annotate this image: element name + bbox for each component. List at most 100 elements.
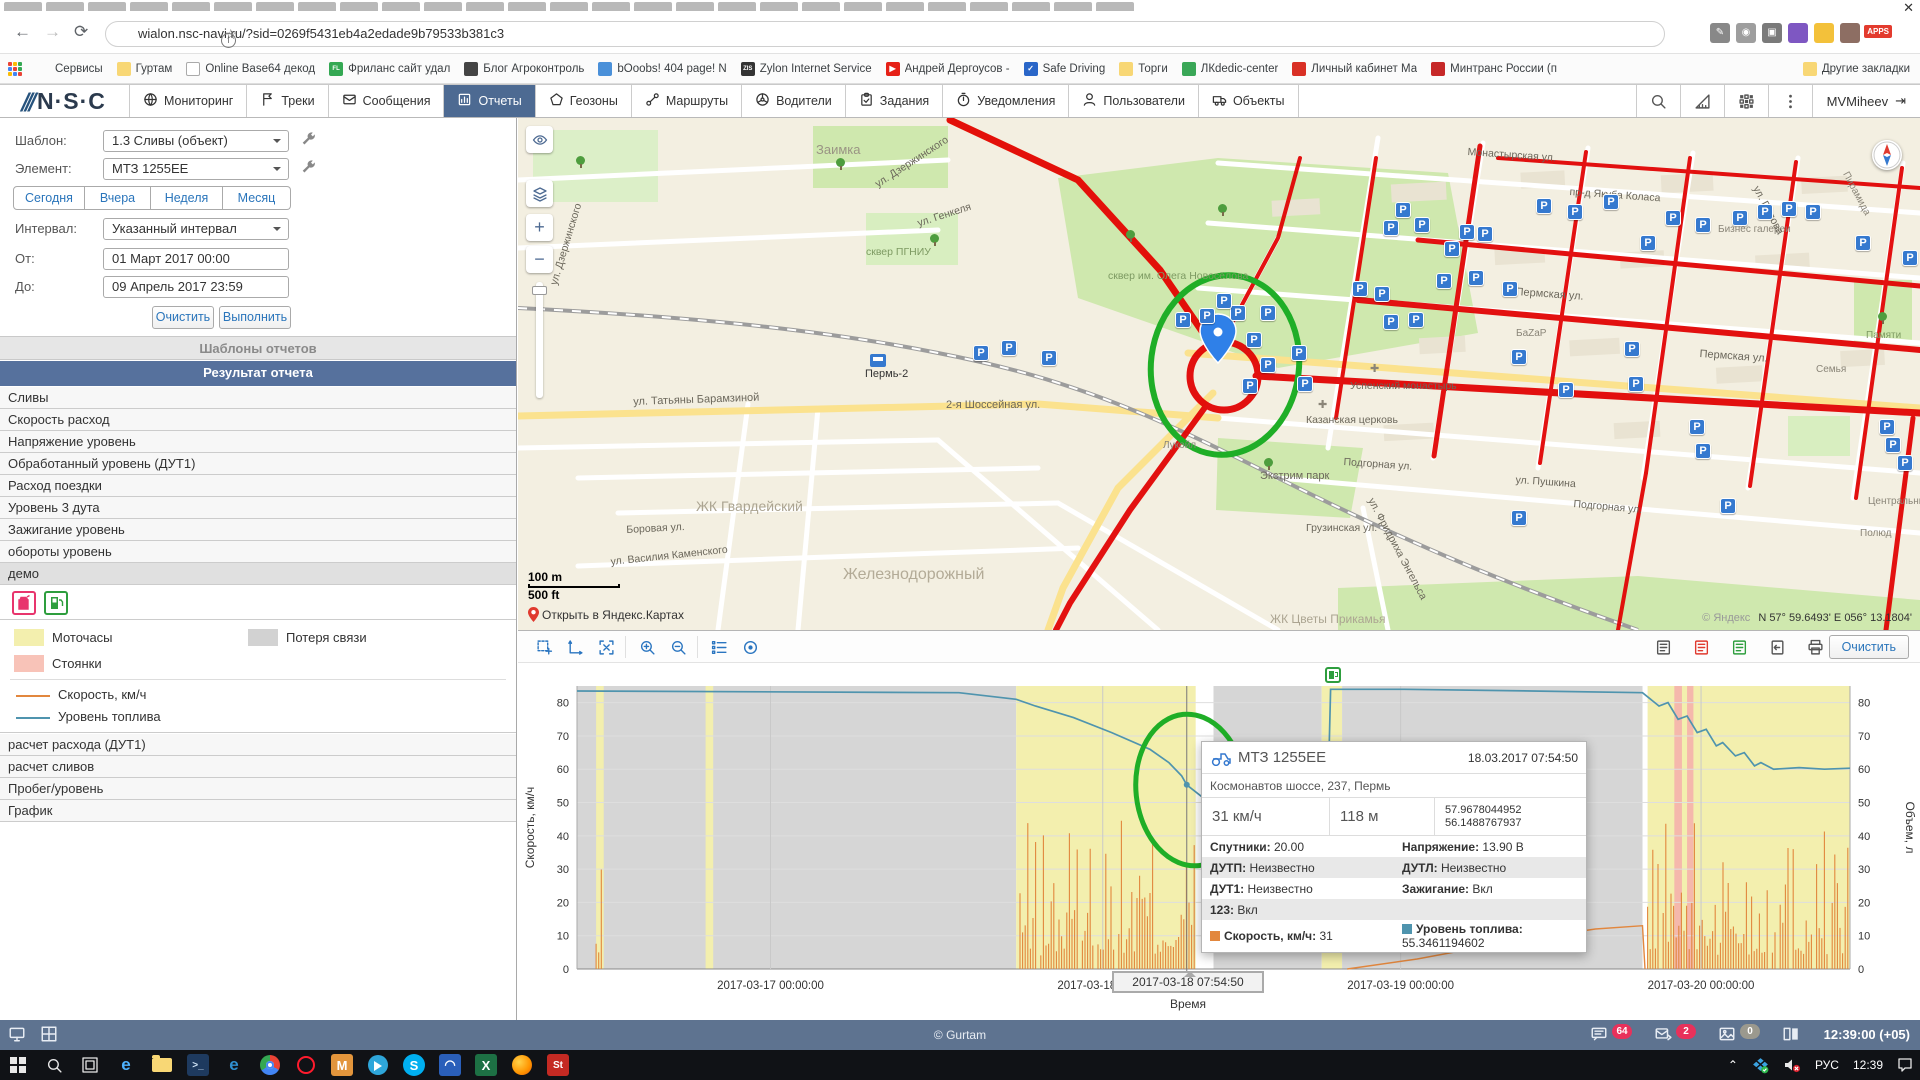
back-icon[interactable]: ← xyxy=(14,22,31,42)
run-report-button[interactable]: Выполнить xyxy=(219,306,291,329)
fueling-event-marker[interactable] xyxy=(1325,667,1341,683)
interval-select[interactable]: Указанный интервал xyxy=(103,218,289,240)
apps-extension-badge[interactable]: APPS xyxy=(1864,25,1892,38)
templates-section-header[interactable]: Шаблоны отчетов xyxy=(0,336,516,360)
parking-marker[interactable]: P xyxy=(1383,314,1399,330)
parking-marker[interactable]: P xyxy=(1695,443,1711,459)
report-row[interactable]: График xyxy=(0,800,516,822)
range-yesterday-button[interactable]: Вчера xyxy=(85,186,151,210)
to-date-input[interactable]: 09 Апрель 2017 23:59 xyxy=(103,276,289,298)
report-row[interactable]: Зажигание уровень xyxy=(0,519,516,541)
parking-marker[interactable]: P xyxy=(1230,305,1246,321)
report-doc-icon[interactable] xyxy=(1651,636,1675,658)
status-img-icon[interactable] xyxy=(1718,1025,1740,1045)
report-row[interactable]: Расход поездки xyxy=(0,475,516,497)
parking-marker[interactable]: P xyxy=(1408,312,1424,328)
parking-marker[interactable]: P xyxy=(1041,350,1057,366)
search-icon[interactable] xyxy=(1636,85,1680,117)
taskbar-app-edge-browser-2[interactable]: e xyxy=(216,1050,252,1080)
ruler-tool-icon[interactable] xyxy=(1680,85,1724,117)
parking-marker[interactable]: P xyxy=(1757,204,1773,220)
parking-marker[interactable]: P xyxy=(1897,455,1913,471)
taskbar-app-firefox-browser[interactable] xyxy=(504,1050,540,1080)
parking-marker[interactable]: P xyxy=(1468,270,1484,286)
taskbar-app-chrome-browser[interactable] xyxy=(252,1050,288,1080)
browser-tab[interactable] xyxy=(508,2,546,11)
range-today-button[interactable]: Сегодня xyxy=(13,186,85,210)
parking-marker[interactable]: P xyxy=(1665,210,1681,226)
taskbar-app-cloud-app[interactable]: ◠ xyxy=(432,1050,468,1080)
other-bookmarks-folder[interactable]: Другие закладки xyxy=(1803,62,1910,76)
axes-icon[interactable] xyxy=(563,636,587,658)
nav-tab-сообщения[interactable]: Сообщения xyxy=(329,85,445,117)
bookmark-item[interactable]: Торги xyxy=(1119,62,1168,76)
taskbar-app-opera-browser[interactable] xyxy=(288,1050,324,1080)
map-zoom-in-button[interactable]: + xyxy=(526,214,553,241)
select-area-icon[interactable] xyxy=(532,636,556,658)
parking-marker[interactable]: P xyxy=(1902,250,1918,266)
browser-tab[interactable] xyxy=(928,2,966,11)
taskbar-search-button[interactable] xyxy=(36,1050,72,1080)
parking-marker[interactable]: P xyxy=(1885,437,1901,453)
parking-marker[interactable]: P xyxy=(1383,220,1399,236)
browser-tab[interactable] xyxy=(130,2,168,11)
parking-marker[interactable]: P xyxy=(1444,241,1460,257)
nsc-logo[interactable]: |||N·S·C xyxy=(0,85,130,117)
taskbar-app-console-app[interactable]: >_ xyxy=(180,1050,216,1080)
parking-marker[interactable]: P xyxy=(973,345,989,361)
parking-marker[interactable]: P xyxy=(1297,376,1313,392)
parking-marker[interactable]: P xyxy=(1291,345,1307,361)
browser-tab[interactable] xyxy=(256,2,294,11)
excel-icon[interactable] xyxy=(1727,636,1751,658)
status-mailsend-icon[interactable] xyxy=(1654,1025,1676,1045)
bookmark-item[interactable]: ZISZylon Internet Service xyxy=(741,62,872,76)
parking-marker[interactable]: P xyxy=(1242,378,1258,394)
browser-tab[interactable] xyxy=(46,2,84,11)
parking-marker[interactable]: P xyxy=(1879,419,1895,435)
zoom-in-icon[interactable] xyxy=(635,636,659,658)
fuel-theft-icon[interactable] xyxy=(12,591,36,615)
extension-icon-user[interactable]: ◉ xyxy=(1736,23,1756,43)
browser-tab[interactable] xyxy=(550,2,588,11)
parking-marker[interactable]: P xyxy=(1175,312,1191,328)
report-row[interactable]: Напряжение уровень xyxy=(0,431,516,453)
parking-marker[interactable]: P xyxy=(1395,202,1411,218)
browser-tab[interactable] xyxy=(172,2,210,11)
nav-tab-водители[interactable]: Водители xyxy=(742,85,846,117)
tray-sync-icon[interactable] xyxy=(1745,1057,1776,1074)
parking-marker[interactable]: P xyxy=(1536,198,1552,214)
taskbar-app-skype-app[interactable]: S xyxy=(396,1050,432,1080)
taskbar-app-edge-browser[interactable]: e xyxy=(108,1050,144,1080)
browser-tab[interactable] xyxy=(214,2,252,11)
nav-tab-задания[interactable]: Задания xyxy=(846,85,943,117)
report-row[interactable]: Скорость расход xyxy=(0,409,516,431)
browser-tab[interactable] xyxy=(760,2,798,11)
parking-marker[interactable]: P xyxy=(1260,357,1276,373)
start-button[interactable] xyxy=(0,1050,36,1080)
chart-clear-button[interactable]: Очистить xyxy=(1829,635,1909,659)
browser-tab[interactable] xyxy=(718,2,756,11)
browser-tab[interactable] xyxy=(1054,2,1092,11)
element-settings-icon[interactable] xyxy=(300,159,318,177)
browser-tab[interactable] xyxy=(676,2,714,11)
parking-marker[interactable]: P xyxy=(1805,204,1821,220)
parking-marker[interactable]: P xyxy=(1640,235,1656,251)
browser-tab[interactable] xyxy=(886,2,924,11)
parking-marker[interactable]: P xyxy=(1199,308,1215,324)
tray-volume-muted-icon[interactable] xyxy=(1776,1057,1808,1073)
clear-form-button[interactable]: Очистить xyxy=(152,306,214,329)
range-month-button[interactable]: Месяц xyxy=(223,186,291,210)
browser-tab[interactable] xyxy=(466,2,504,11)
taskbar-app-mail-app[interactable]: M xyxy=(324,1050,360,1080)
map-layers-button[interactable] xyxy=(526,180,553,207)
legend-list-icon[interactable] xyxy=(707,636,731,658)
logout-icon[interactable]: ⇥ xyxy=(1895,93,1906,109)
parking-marker[interactable]: P xyxy=(1436,273,1452,289)
nav-tab-пользователи[interactable]: Пользователи xyxy=(1069,85,1199,117)
parking-marker[interactable]: P xyxy=(1855,235,1871,251)
forward-icon[interactable]: → xyxy=(44,22,61,42)
template-settings-icon[interactable] xyxy=(300,131,318,149)
extension-icon-bag[interactable] xyxy=(1840,23,1860,43)
nav-tab-геозоны[interactable]: Геозоны xyxy=(536,85,632,117)
url-input[interactable]: i wialon.nsc-navi.ru/?sid=0269f5431eb4a2… xyxy=(105,21,1665,47)
